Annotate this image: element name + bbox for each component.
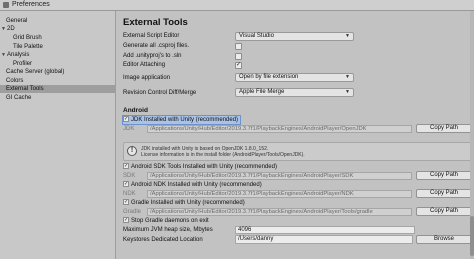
jdk-check-label: JDK Installed with Unity (recommended) [131,117,239,123]
sidebar-item-tile-palette[interactable]: Tile Palette [13,43,43,51]
ndk-path-label: NDK [123,191,136,197]
jdk-checkbox[interactable]: ✓ [123,116,129,123]
chevron-down-icon: ▼ [345,89,350,95]
dropdown-value: Open by file extension [239,74,299,80]
sidebar-item-label: Cache Server (global) [6,69,65,75]
generate-csproj-label: Generate all .csproj files. [123,43,190,49]
warning-icon: ! [127,146,137,156]
jdk-copy-path-button[interactable]: Copy Path [416,124,472,133]
revision-control-label: Revision Control Diff/Merge [123,90,197,96]
page-title: External Tools [123,17,188,28]
external-tools-panel: External Tools External Script Editor Vi… [117,11,474,259]
sidebar-item-label: Colors [6,78,24,84]
sdk-checkbox[interactable]: ✓ [123,163,129,170]
sidebar-item-external-tools[interactable]: External Tools [0,85,115,93]
gradle-check-label: Gradle Installed with Unity (recommended… [131,200,245,206]
ndk-check-label: Android NDK Installed with Unity (recomm… [131,182,262,188]
add-unityproj-checkbox[interactable] [235,53,242,60]
sdk-check-label: Android SDK Tools Installed with Unity (… [131,164,277,170]
vertical-scrollbar[interactable] [470,11,474,259]
sidebar-item-label: GI Cache [6,95,32,101]
sdk-installed-toggle[interactable]: ✓ Android SDK Tools Installed with Unity … [123,163,277,171]
external-script-editor-dropdown[interactable]: Visual Studio ▼ [235,32,354,41]
ndk-copy-path-button[interactable]: Copy Path [416,189,472,198]
jdk-license-info-box: ! JDK installed with Unity is based on O… [123,142,472,161]
keystores-browse-button[interactable]: Browse [416,235,472,244]
sidebar-item-2d[interactable]: ▼2D [1,25,15,33]
sidebar-item-label: External Tools [6,86,44,92]
stop-gradle-label: Stop Gradle daemons on exit [131,218,209,224]
sidebar-item-general[interactable]: General [6,17,27,25]
sidebar-item-colors[interactable]: Colors [6,77,23,85]
gradle-path-label: Gradle [123,209,142,215]
stop-gradle-checkbox[interactable]: ✓ [123,217,129,224]
window-titlebar: Preferences [0,0,474,11]
stop-gradle-toggle[interactable]: ✓ Stop Gradle daemons on exit [123,217,209,225]
sidebar-item-grid-brush[interactable]: Grid Brush [13,34,42,42]
gradle-path-field: /Applications/Unity/Hub/Editor/2019.3.7f… [147,208,412,216]
dropdown-value: Visual Studio [239,33,274,39]
external-script-editor-label: External Script Editor [123,33,180,39]
gradle-copy-path-button[interactable]: Copy Path [416,207,472,216]
window-icon [3,2,9,8]
chevron-down-icon: ▼ [345,74,350,80]
sdk-path-field: /Applications/Unity/Hub/Editor/2019.3.7f… [147,172,412,180]
keystores-location-input[interactable]: /Users/danny [235,235,413,244]
image-application-dropdown[interactable]: Open by file extension ▼ [235,73,354,82]
jdk-path-label: JDK [123,126,135,132]
sidebar-item-label: Tile Palette [13,44,43,50]
sidebar-item-label: Grid Brush [13,35,42,41]
window-title: Preferences [12,1,50,8]
ndk-installed-toggle[interactable]: ✓ Android NDK Installed with Unity (recom… [123,181,262,189]
sidebar-item-analysis[interactable]: ▼Analysis [1,51,29,59]
editor-attaching-checkbox[interactable]: ✓ [235,62,242,69]
ndk-checkbox[interactable]: ✓ [123,181,129,188]
chevron-down-icon: ▼ [345,33,350,39]
keystores-location-label: Keystores Dedicated Location [123,237,203,243]
jdk-path-field: /Applications/Unity/Hub/Editor/2019.3.7f… [147,125,412,133]
dropdown-value: Apple File Merge [239,89,285,95]
sidebar-item-profiler[interactable]: Profiler [13,60,32,68]
gradle-installed-toggle[interactable]: ✓ Gradle Installed with Unity (recommende… [123,199,245,207]
ndk-path-field: /Applications/Unity/Hub/Editor/2019.3.7f… [147,190,412,198]
revision-control-dropdown[interactable]: Apple File Merge ▼ [235,88,354,97]
editor-attaching-label: Editor Attaching [123,62,166,68]
jvm-heap-label: Maximum JVM heap size, Mbytes [123,227,213,233]
gradle-checkbox[interactable]: ✓ [123,199,129,206]
sidebar-item-cache-server[interactable]: Cache Server (global) [6,68,64,76]
sidebar-item-label: 2D [7,26,15,32]
sidebar-item-label: Profiler [13,61,33,67]
jdk-installed-toggle[interactable]: ✓ JDK Installed with Unity (recommended) [121,115,242,125]
sidebar-item-label: General [6,18,28,24]
scrollbar-thumb[interactable] [470,216,474,256]
generate-csproj-checkbox[interactable] [235,43,242,50]
sdk-copy-path-button[interactable]: Copy Path [416,171,472,180]
sidebar-item-gi-cache[interactable]: GI Cache [6,94,31,102]
add-unityproj-label: Add .unityproj's to .sln [123,53,182,59]
info-line-2: License information is in the install fo… [141,152,305,158]
sidebar: General ▼2D Grid Brush Tile Palette ▼Ana… [0,11,116,259]
image-application-label: Image application [123,75,171,81]
android-section-title: Android [123,107,148,114]
sdk-path-label: SDK [123,173,136,179]
jvm-heap-input[interactable]: 4096 [235,226,415,234]
sidebar-item-label: Analysis [7,52,30,58]
